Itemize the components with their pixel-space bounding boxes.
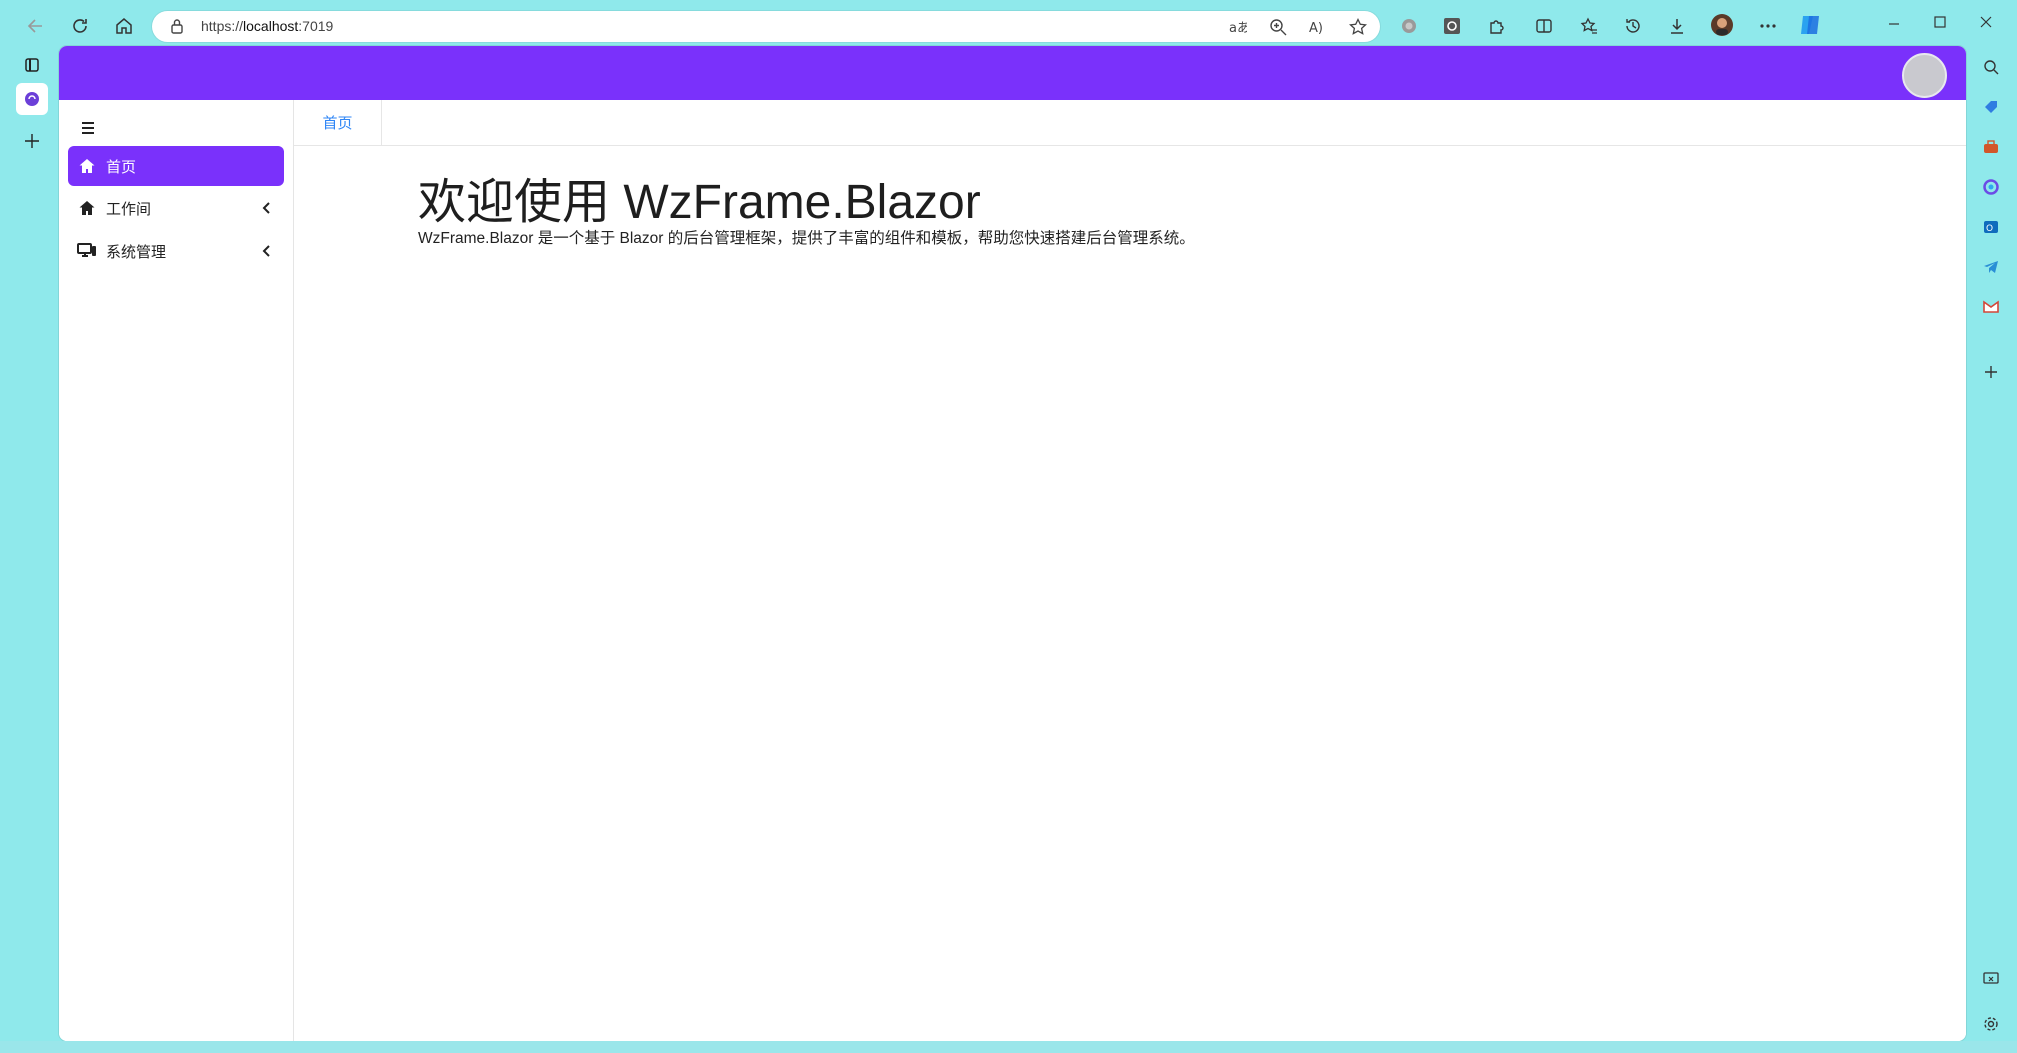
sidebar-item-system-management[interactable]: 系统管理 — [68, 231, 284, 271]
app-sidebar: 首页 工作间 系统管理 — [59, 100, 294, 1041]
translate-icon[interactable]: aあ — [1224, 13, 1252, 41]
outlook-icon[interactable]: O — [1977, 213, 2005, 241]
screenshot-icon[interactable] — [1977, 965, 2005, 993]
zoom-icon[interactable] — [1264, 13, 1292, 41]
page-tab-bar: 首页 — [294, 100, 1966, 146]
lock-icon[interactable] — [164, 13, 190, 39]
app-header — [59, 46, 1966, 100]
svg-text:aあ: aあ — [1229, 21, 1247, 35]
more-menu-icon[interactable] — [1754, 12, 1782, 40]
url-host: localhost — [243, 18, 299, 34]
back-icon[interactable] — [22, 12, 50, 40]
favorites-icon[interactable] — [1575, 12, 1603, 40]
add-sidebar-app-icon[interactable] — [1977, 358, 2005, 386]
profile-avatar-icon[interactable] — [1708, 11, 1736, 39]
sidebar-item-label: 系统管理 — [106, 243, 167, 261]
tools-briefcase-icon[interactable] — [1977, 133, 2005, 161]
tab-home[interactable]: 首页 — [294, 100, 382, 145]
extension-circle-icon[interactable] — [1395, 12, 1423, 40]
maximize-icon[interactable] — [1926, 8, 1954, 36]
telegram-icon[interactable] — [1977, 253, 2005, 281]
sidebar-item-home[interactable]: 首页 — [68, 146, 284, 186]
home-icon — [76, 155, 98, 177]
monitor-icon — [76, 240, 98, 262]
sidebar-settings-icon[interactable] — [1977, 1010, 2005, 1038]
chevron-left-icon — [258, 242, 276, 260]
main-content: 首页 欢迎使用 WzFrame.Blazor WzFrame.Blazor 是一… — [294, 100, 1966, 1041]
home-icon — [76, 197, 98, 219]
close-window-icon[interactable] — [1972, 8, 2000, 36]
url-text: https://localhost:7019 — [201, 18, 333, 34]
vertical-tabs-strip — [0, 45, 60, 1045]
home-button-icon[interactable] — [110, 12, 138, 40]
downloads-icon[interactable] — [1663, 12, 1691, 40]
sidebar-search-icon[interactable] — [1977, 53, 2005, 81]
extensions-puzzle-icon[interactable] — [1482, 12, 1510, 40]
refresh-icon[interactable] — [66, 12, 94, 40]
svg-text:A): A) — [1309, 21, 1323, 35]
gmail-icon[interactable] — [1977, 293, 2005, 321]
url-port: :7019 — [298, 18, 334, 34]
url-scheme: https:// — [201, 18, 244, 34]
browser-toolbar: https://localhost:7019 aあ A) — [0, 0, 2017, 51]
extension-square-icon[interactable] — [1438, 12, 1466, 40]
copilot-sidebar-icon[interactable] — [1977, 173, 2005, 201]
page-viewport: 首页 工作间 系统管理 首页 欢迎使用 WzFrame.Blazor WzFra… — [59, 46, 1966, 1041]
history-icon[interactable] — [1619, 12, 1647, 40]
page-description: WzFrame.Blazor 是一个基于 Blazor 的后台管理框架，提供了丰… — [418, 230, 1195, 247]
sidebar-item-workspace[interactable]: 工作间 — [68, 188, 284, 228]
taskbar-edge — [0, 1041, 2017, 1053]
user-avatar[interactable] — [1902, 53, 1947, 98]
sidebar-item-label: 首页 — [106, 158, 137, 176]
new-tab-icon[interactable] — [18, 127, 46, 155]
minimize-icon[interactable] — [1880, 10, 1908, 38]
split-screen-icon[interactable] — [1530, 12, 1558, 40]
address-bar[interactable]: https://localhost:7019 aあ A) — [152, 11, 1380, 42]
blazor-tab-icon[interactable] — [16, 83, 48, 115]
favorite-star-icon[interactable] — [1344, 13, 1372, 41]
svg-text:O: O — [1986, 224, 1993, 234]
menu-toggle-icon[interactable] — [77, 117, 99, 139]
copilot-icon[interactable] — [1796, 11, 1824, 39]
sidebar-item-label: 工作间 — [106, 200, 152, 218]
edge-sidebar: O — [1966, 45, 2017, 1045]
page-title: 欢迎使用 WzFrame.Blazor — [418, 176, 981, 229]
read-aloud-icon[interactable]: A) — [1304, 13, 1332, 41]
chevron-left-icon — [258, 199, 276, 217]
tab-actions-icon[interactable] — [18, 51, 46, 79]
shopping-tag-icon[interactable] — [1977, 93, 2005, 121]
